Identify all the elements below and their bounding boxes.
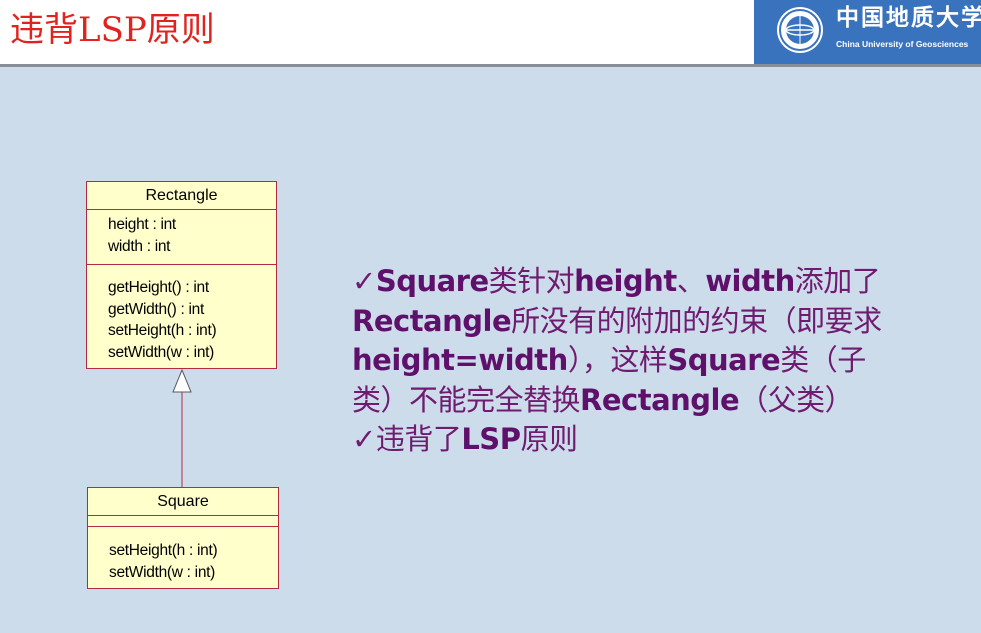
text-run: 违背了 <box>375 422 462 456</box>
uml-class-square: Square setHeight(h : int) setWidth(w : i… <box>87 487 279 589</box>
text-run: 类）不能完全替换 <box>352 382 581 417</box>
explanation-line: ✓Square类针对height、width添加了 <box>352 262 972 302</box>
uml-operation: setWidth(w : int) <box>108 343 215 361</box>
explanation-line: height=width），这样Square类（子 <box>352 341 972 381</box>
uml-attribute: height : int <box>108 216 176 233</box>
uml-operation: setHeight(h : int) <box>108 322 217 339</box>
keyword: height=width <box>352 343 568 377</box>
generalization-arrowhead <box>172 368 192 393</box>
check-mark-icon: ✓ <box>352 422 376 456</box>
uml-operation: setHeight(h : int) <box>109 542 218 559</box>
keyword: Square <box>375 264 489 298</box>
uml-operation: getWidth() : int <box>108 300 204 318</box>
keyword: height <box>574 264 677 298</box>
text-run: （父类） <box>739 382 854 417</box>
uml-operations: setHeight(h : int) setWidth(w : int) <box>88 527 278 583</box>
uml-operation: getHeight() : int <box>108 279 209 296</box>
uml-attribute: width : int <box>108 237 171 255</box>
keyword: Rectangle <box>580 382 740 417</box>
explanation-line: ✓违背了LSP原则 <box>352 420 972 460</box>
uml-operation: setWidth(w : int) <box>109 563 216 581</box>
text-run: 所没有的附加的约束（即要求 <box>511 303 882 338</box>
explanation-text: ✓Square类针对height、width添加了 Rectangle所没有的附… <box>352 262 972 460</box>
text-run: 原则 <box>520 422 578 456</box>
uml-attributes <box>88 516 278 527</box>
text-run: 类（子 <box>780 343 866 377</box>
uml-operations: getHeight() : int getWidth() : int setHe… <box>87 265 276 363</box>
uml-attributes: height : int width : int <box>87 210 276 265</box>
keyword: width <box>705 264 795 298</box>
uml-class-name: Square <box>88 488 278 516</box>
text-run: 类针对 <box>488 264 575 298</box>
keyword: LSP <box>461 422 521 456</box>
explanation-line: Rectangle所没有的附加的约束（即要求 <box>352 302 972 342</box>
keyword: Rectangle <box>352 303 512 338</box>
keyword: Square <box>667 343 781 377</box>
check-mark-icon: ✓ <box>352 264 376 298</box>
uml-class-name: Rectangle <box>87 182 276 210</box>
explanation-line: 类）不能完全替换Rectangle（父类） <box>352 381 972 421</box>
text-run: 添加了 <box>794 264 881 298</box>
text-run: ），这样 <box>567 343 668 377</box>
text-run: 、 <box>676 264 706 298</box>
uml-class-rectangle: Rectangle height : int width : int getHe… <box>86 181 277 369</box>
